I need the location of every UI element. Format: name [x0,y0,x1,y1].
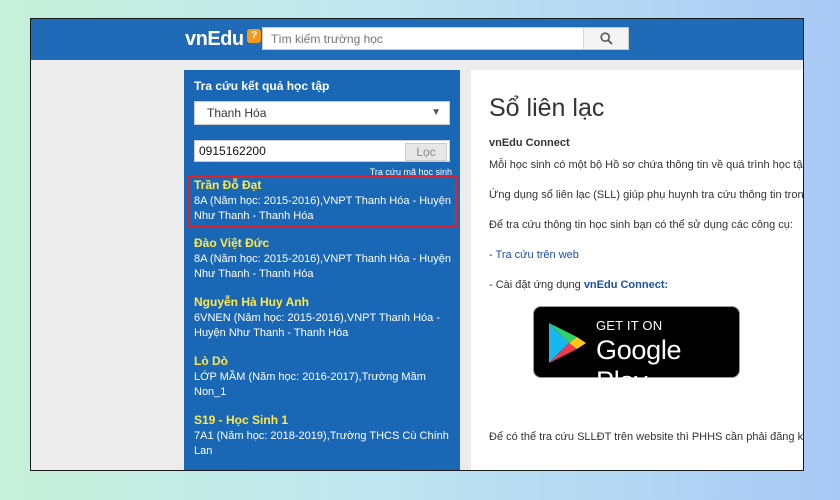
top-navbar: vnEdu ? [31,19,803,60]
student-name[interactable]: Đào Việt Đức [194,236,456,251]
web-lookup-link[interactable]: Tra cứu trên web [496,249,579,261]
student-class-info: 7A1 (Năm học: 2018-2019),Trường THCS Cù … [194,429,456,459]
result-item[interactable]: Trần Đỗ Đạt 8A (Năm học: 2015-2016),VNPT… [194,178,456,224]
student-class-info: LỚP MẦM (Năm học: 2016-2017),Trường Mầm … [194,370,456,400]
result-item[interactable]: Lò Dò LỚP MẦM (Năm học: 2016-2017),Trườn… [194,354,456,400]
browser-frame: vnEdu ? Tra cứu kết quả học tập Thanh Hó… [30,18,804,471]
class-line-2: Huyện Như Thanh - Thanh Hóa [194,327,349,339]
class-line-1: 7A1 (Năm học: 2018-2019),Trường THCS Cù … [194,430,449,442]
school-search-box [262,27,629,50]
google-play-badge[interactable]: GET IT ON Google Play [533,306,740,396]
class-line-2: Như Thanh - Thanh Hóa [194,268,314,280]
logo-text: vnEdu [185,28,244,50]
class-line-2: Non_1 [194,386,227,398]
student-name[interactable]: Trần Đỗ Đạt [194,178,456,193]
google-play-icon [549,323,586,363]
app-install-line: - Cài đặt ứng dụng vnEdu Connect: [489,279,668,291]
class-line-1: LỚP MẦM (Năm học: 2016-2017),Trường Mầm [194,371,426,383]
result-item[interactable]: Đào Việt Đức 8A (Năm học: 2015-2016),VNP… [194,236,456,282]
class-line-2: Lan [194,445,213,457]
intro-paragraph-2: Ứng dụng sổ liên lạc (SLL) giúp phụ huyn… [489,189,804,201]
intro-paragraph-3: Để tra cứu thông tin học sinh bạn có thể… [489,219,793,231]
student-name[interactable]: Nguyễn Hà Huy Anh [194,295,456,310]
main-content: Sổ liên lạc vnEdu Connect Mỗi học sinh c… [471,70,803,470]
student-name[interactable]: Lò Dò [194,354,456,369]
vnedu-connect-link[interactable]: vnEdu Connect: [584,279,668,291]
province-select-value: Thanh Hóa [207,106,267,120]
sidebar-title: Tra cứu kết quả học tập [194,79,330,93]
student-name[interactable]: S19 - Học Sinh 1 [194,413,456,428]
logo-badge: ? [247,29,261,43]
intro-paragraph-1: Mỗi học sinh có một bộ Hồ sơ chứa thông … [489,159,804,171]
vnedu-logo[interactable]: vnEdu ? [185,28,261,50]
app-install-prefix: - Cài đặt ứng dụng [489,279,584,291]
search-icon [599,32,613,45]
filter-button[interactable]: Lọc [405,143,447,161]
phone-field[interactable]: 0915162200 Lọc [194,140,450,162]
web-lookup-line: - Tra cứu trên web [489,249,579,261]
result-item[interactable]: Nguyễn Hà Huy Anh 6VNEN (Năm học: 2015-2… [194,295,456,341]
class-line-1: 8A (Năm học: 2015-2016),VNPT Thanh Hóa -… [194,253,452,265]
class-line-1: 8A (Năm học: 2015-2016),VNPT Thanh Hóa -… [194,195,452,207]
class-line-2: Như Thanh - Thanh Hóa [194,210,314,222]
page-title: Sổ liên lạc [489,94,605,122]
province-select[interactable]: Thanh Hóa ▼ [194,101,450,125]
student-class-info: 8A (Năm học: 2015-2016),VNPT Thanh Hóa -… [194,252,456,282]
school-search-input[interactable] [263,28,599,49]
student-class-info: 6VNEN (Năm học: 2015-2016),VNPT Thanh Hó… [194,311,456,341]
google-play-big-text: Google Play [596,335,682,396]
search-button[interactable] [583,28,628,49]
section-subtitle: vnEdu Connect [489,137,570,149]
phone-value: 0915162200 [199,144,266,158]
google-play-small-text: GET IT ON [596,318,663,333]
lookup-sidebar: Tra cứu kết quả học tập Thanh Hóa ▼ 0915… [184,70,460,470]
student-class-info: 8A (Năm học: 2015-2016),VNPT Thanh Hóa -… [194,194,456,224]
footer-note: Để có thể tra cứu SLLĐT trên website thì… [489,431,804,443]
dropdown-arrow-icon: ▼ [431,107,441,118]
result-item[interactable]: S19 - Học Sinh 1 7A1 (Năm học: 2018-2019… [194,413,456,459]
class-line-1: 6VNEN (Năm học: 2015-2016),VNPT Thanh Hó… [194,312,440,324]
